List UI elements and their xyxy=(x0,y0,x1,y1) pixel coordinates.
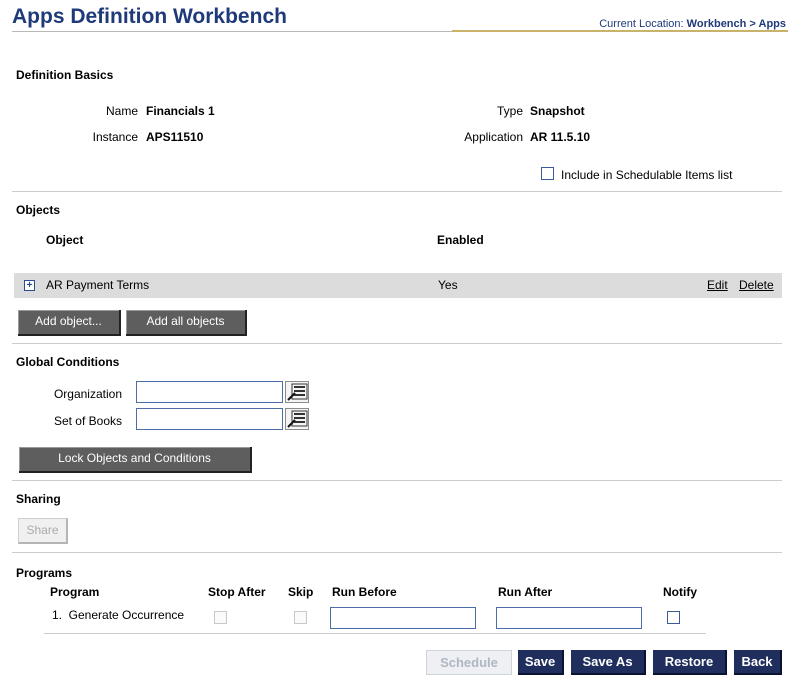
title-rule xyxy=(12,31,452,32)
objects-col-enabled: Enabled xyxy=(437,233,484,247)
divider xyxy=(12,552,782,553)
notify-checkbox[interactable] xyxy=(667,611,680,624)
global-conditions-title: Global Conditions xyxy=(16,355,120,369)
application-label: Application xyxy=(464,130,523,144)
schedule-button[interactable]: Schedule xyxy=(426,650,512,675)
add-all-objects-button[interactable]: Add all objects xyxy=(126,310,247,336)
object-name: AR Payment Terms xyxy=(46,278,150,292)
organization-input[interactable] xyxy=(136,381,283,403)
program-name: 1. Generate Occurrence xyxy=(52,608,185,622)
add-object-button[interactable]: Add object... xyxy=(18,310,121,336)
set-of-books-input[interactable] xyxy=(136,408,283,430)
run-after-input[interactable] xyxy=(496,607,642,629)
restore-button[interactable]: Restore xyxy=(653,650,727,675)
divider xyxy=(12,480,782,481)
programs-col-skip: Skip xyxy=(288,585,314,599)
run-before-input[interactable] xyxy=(330,607,476,629)
breadcrumb: Current Location: Workbench > Apps xyxy=(599,18,786,30)
location-label: Current Location: xyxy=(599,18,684,30)
programs-col-run-after: Run After xyxy=(498,585,553,599)
instance-label: Instance xyxy=(92,130,138,144)
object-enabled: Yes xyxy=(438,278,458,292)
divider xyxy=(12,343,782,344)
set-of-books-label: Set of Books xyxy=(53,414,122,428)
application-value: AR 11.5.10 xyxy=(530,130,591,144)
title-rule-accent xyxy=(452,30,788,32)
sharing-title: Sharing xyxy=(16,492,61,506)
save-as-button[interactable]: Save As xyxy=(571,650,646,675)
programs-title: Programs xyxy=(16,566,73,580)
location-path[interactable]: Workbench > Apps xyxy=(687,18,786,30)
objects-col-object: Object xyxy=(46,233,84,247)
type-label: Type xyxy=(496,104,523,118)
organization-label: Organization xyxy=(53,387,122,401)
instance-value: APS11510 xyxy=(146,130,204,144)
programs-col-program: Program xyxy=(50,585,100,599)
divider xyxy=(44,633,706,634)
divider xyxy=(12,191,782,192)
edit-link[interactable]: Edit xyxy=(707,278,728,292)
page-title: Apps Definition Workbench xyxy=(12,5,287,28)
objects-title: Objects xyxy=(16,203,61,217)
set-of-books-lookup-icon[interactable] xyxy=(285,408,309,430)
stop-after-checkbox[interactable] xyxy=(214,611,227,624)
schedulable-checkbox[interactable] xyxy=(541,167,554,180)
back-button[interactable]: Back xyxy=(734,650,782,675)
programs-col-stop-after: Stop After xyxy=(208,585,266,599)
delete-link[interactable]: Delete xyxy=(739,278,774,292)
organization-lookup-icon[interactable] xyxy=(285,381,309,403)
share-button[interactable]: Share xyxy=(18,518,68,544)
name-label: Name xyxy=(105,104,138,118)
lock-objects-button[interactable]: Lock Objects and Conditions xyxy=(19,447,252,473)
definition-basics-title: Definition Basics xyxy=(16,68,114,82)
expand-plus-icon[interactable]: + xyxy=(24,280,35,291)
skip-checkbox[interactable] xyxy=(294,611,307,624)
save-button[interactable]: Save xyxy=(518,650,564,675)
programs-col-notify: Notify xyxy=(663,585,697,599)
schedulable-label: Include in Schedulable Items list xyxy=(561,168,733,182)
programs-col-run-before: Run Before xyxy=(332,585,397,599)
name-value: Financials 1 xyxy=(146,104,215,118)
type-value: Snapshot xyxy=(530,104,585,118)
